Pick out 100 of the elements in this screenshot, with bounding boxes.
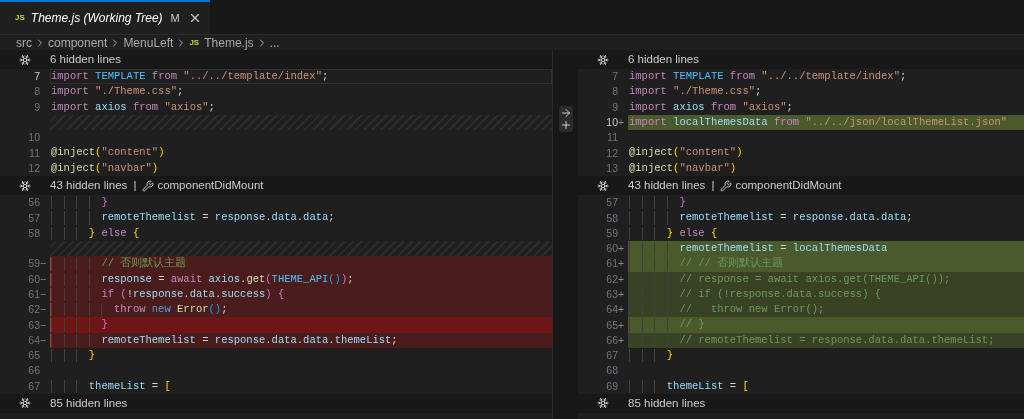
separator: |	[711, 177, 715, 193]
line-number: 63	[605, 287, 618, 302]
line-number: 11	[28, 145, 40, 161]
revert-button[interactable]	[558, 106, 573, 132]
line-number: 58	[27, 225, 40, 241]
line-number: 65	[605, 317, 618, 333]
diff-marker: +	[618, 287, 625, 302]
line-number: 62	[27, 302, 40, 318]
line-number: 68	[605, 363, 618, 379]
breadcrumb-item[interactable]: ...	[269, 33, 280, 52]
hidden-lines-label[interactable]: 85 hidden lines	[628, 394, 706, 413]
code-line: themeList = [	[50, 378, 552, 394]
symbol-label[interactable]: componentDidMount	[157, 176, 264, 195]
code-line: @inject("content")	[50, 145, 166, 161]
line-number: 65	[27, 348, 40, 364]
code-line: import TEMPLATE from "../../template/index";	[628, 69, 908, 84]
line-number: 59	[605, 225, 618, 241]
unfold-icon[interactable]	[19, 397, 31, 410]
line-number: 57	[27, 210, 40, 226]
js-file-icon: JS	[15, 12, 25, 24]
line-number: 11	[606, 130, 618, 146]
line-number: 57	[605, 195, 618, 211]
arrow-right-icon	[559, 107, 572, 119]
line-number: 60	[605, 241, 618, 257]
breadcrumb-item[interactable]: src	[16, 33, 32, 52]
diff-marker: +	[618, 115, 625, 131]
line-number: 9	[33, 99, 40, 115]
line-number: 13	[605, 160, 618, 176]
hidden-lines-label[interactable]: 6 hidden lines	[50, 50, 121, 69]
line-number: 12	[27, 160, 40, 176]
unfold-icon[interactable]	[597, 397, 609, 410]
editor-tab[interactable]: JS Theme.js (Working Tree) M	[0, 0, 210, 34]
breadcrumb-item[interactable]: MenuLeft	[123, 33, 174, 52]
code-line: @inject("content")	[628, 145, 744, 161]
line-number: 62	[605, 271, 618, 287]
code-line: import "./Theme.css";	[628, 84, 763, 100]
code-line: themeList = [	[628, 378, 1024, 394]
modified-status: M	[170, 10, 180, 26]
code-line: }	[50, 348, 552, 364]
line-number: 59	[27, 256, 40, 272]
code-line: import axios from "axios";	[50, 99, 216, 115]
symbol-label[interactable]: componentDidMount	[735, 176, 842, 195]
diff-marker: +	[618, 317, 625, 333]
line-number: 66	[605, 332, 618, 348]
diff-marker: −	[40, 332, 47, 348]
diff-marker: +	[618, 241, 625, 257]
hidden-lines-label[interactable]: 85 hidden lines	[50, 394, 128, 413]
line-number: 69	[605, 378, 618, 394]
line-number: 56	[27, 195, 40, 211]
unfold-icon[interactable]	[597, 179, 609, 192]
line-number: 10	[27, 130, 40, 146]
code-line: }	[628, 195, 1024, 211]
line-number: 66	[27, 363, 40, 379]
line-number: 58	[605, 210, 618, 226]
diff-marker: −	[40, 287, 47, 302]
line-number: 12	[605, 145, 618, 161]
breadcrumb-item[interactable]: component	[48, 33, 108, 52]
line-number: 10	[605, 115, 618, 131]
line-number: 8	[611, 84, 618, 100]
unfold-icon[interactable]	[597, 53, 609, 66]
code-line: }	[50, 195, 552, 211]
code-line: remoteThemelist = response.data.data;	[50, 210, 552, 226]
line-number: 61	[27, 287, 40, 302]
tab-title: Theme.js (Working Tree)	[30, 10, 163, 27]
diff-marker: +	[618, 256, 625, 272]
wrench-icon	[720, 179, 733, 192]
hidden-lines-label[interactable]: 6 hidden lines	[628, 50, 699, 69]
line-number: 60	[27, 271, 40, 287]
hidden-lines-label[interactable]: 43 hidden lines	[50, 176, 128, 195]
line-number: 7	[611, 69, 618, 85]
diff-marker: −	[40, 271, 47, 287]
diff-marker: +	[618, 302, 625, 318]
diff-marker: −	[40, 317, 47, 333]
js-file-icon: JS	[189, 36, 200, 49]
code-line: @inject("navbar")	[628, 160, 738, 176]
unfold-icon[interactable]	[19, 179, 31, 192]
unfold-icon[interactable]	[19, 53, 31, 66]
line-number: 67	[605, 348, 618, 364]
hidden-lines-label[interactable]: 43 hidden lines	[628, 176, 706, 195]
line-number: 67	[27, 378, 40, 394]
code-line: @inject("navbar")	[50, 160, 160, 176]
line-number: 8	[33, 84, 40, 100]
diff-marker: −	[40, 302, 47, 318]
breadcrumb-item[interactable]: Theme.js	[204, 33, 254, 52]
diff-marker: −	[40, 256, 47, 272]
line-number: 9	[611, 99, 618, 115]
line-number: 64	[605, 302, 618, 318]
code-line: } else {	[50, 225, 552, 241]
diff-marker: +	[618, 332, 625, 348]
wrench-icon	[142, 179, 155, 192]
diff-marker: +	[618, 271, 625, 287]
code-line: import "./Theme.css";	[50, 84, 185, 100]
code-line: remoteThemelist = response.data.data;	[628, 210, 1024, 226]
code-line: }	[628, 348, 1024, 364]
separator: |	[133, 177, 137, 193]
code-line: import axios from "axios";	[628, 99, 794, 115]
line-number: 63	[27, 317, 40, 333]
line-number: 64	[27, 332, 40, 348]
line-number: 7	[33, 69, 40, 85]
line-number: 61	[605, 256, 618, 272]
